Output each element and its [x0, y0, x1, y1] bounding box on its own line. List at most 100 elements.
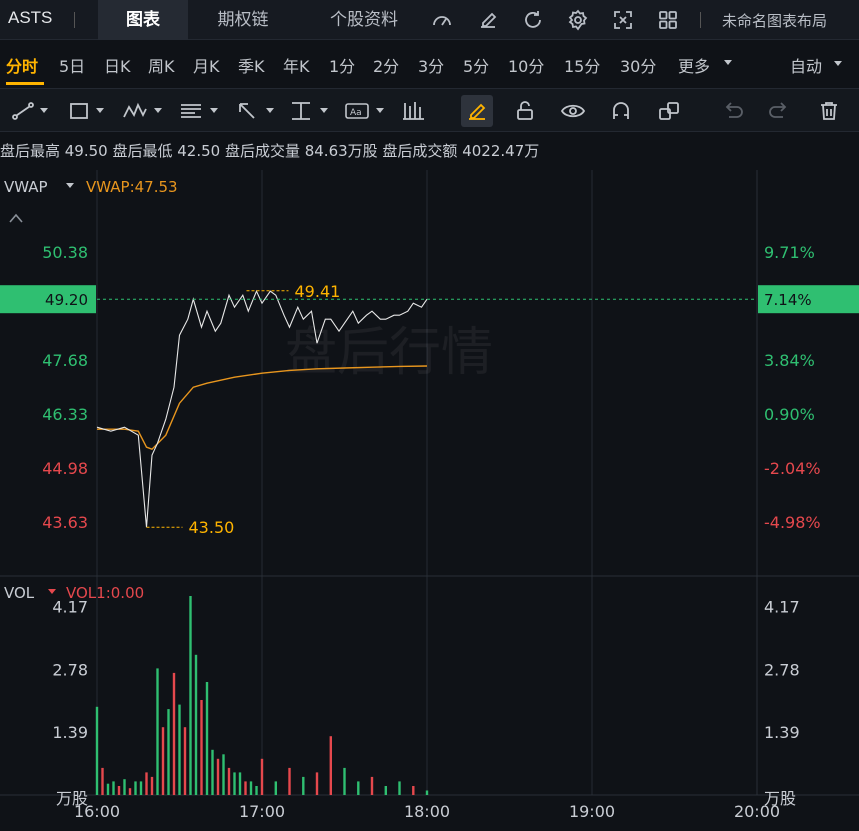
period-more[interactable]: 更多 [678, 53, 710, 77]
period-yearly[interactable]: 年K [283, 53, 310, 77]
volume-axis: 4.17 4.172.78 2.781.39 1.39万股 万股 [52, 597, 799, 808]
trend-line-icon[interactable] [10, 99, 36, 123]
volume-bar [412, 786, 415, 795]
low-marker-label: 43.50 [189, 518, 235, 537]
gauge-icon[interactable] [430, 8, 454, 32]
volume-bar [112, 781, 115, 795]
chart-grid [0, 170, 859, 796]
volume-bar [244, 781, 247, 795]
price-axis: 50.38 9.71% 47.68 3.84% 46.33 0.90% 44.98 -2.04… [42, 243, 820, 532]
volume-bar [343, 767, 346, 795]
rectangle-caret-icon[interactable] [96, 108, 104, 113]
watermark-text: 盘后行情 [285, 323, 493, 383]
period-monthly[interactable]: 月K [193, 53, 220, 77]
collapse-chevron-icon[interactable] [9, 213, 23, 223]
eye-icon[interactable] [560, 99, 586, 123]
volume-bar [233, 772, 236, 795]
period-weekly[interactable]: 周K [148, 53, 175, 77]
price-line-caret-icon[interactable] [320, 108, 328, 113]
time-tick-label: 18:00 [404, 802, 450, 821]
volume-bar [183, 727, 187, 795]
volume-bar [238, 772, 242, 795]
volume-bar [139, 781, 143, 795]
stock-symbol[interactable]: ASTS [8, 8, 52, 28]
volume-bar [329, 736, 332, 795]
fib-caret-icon[interactable] [210, 108, 218, 113]
volume-bar [172, 672, 176, 795]
more-caret-icon [724, 60, 732, 65]
fullscreen-icon[interactable] [611, 8, 635, 32]
fib-levels-icon[interactable] [178, 99, 204, 123]
volume-bar [425, 790, 429, 795]
time-tick-label: 16:00 [74, 802, 120, 821]
settings-icon[interactable] [566, 8, 590, 32]
vwap-indicator-value: VWAP:47.53 [86, 178, 178, 196]
volume-bar [145, 772, 148, 795]
edit-icon[interactable] [476, 8, 500, 32]
auto-scale-select[interactable]: 自动 [790, 53, 822, 77]
period-5min[interactable]: 5分 [463, 53, 489, 77]
high-marker-label: 49.41 [295, 282, 341, 301]
text-tool-icon[interactable]: Aa [344, 99, 370, 123]
wave-pattern-icon[interactable] [122, 99, 148, 123]
period-15min[interactable]: 15分 [564, 53, 600, 77]
time-tick-label: 20:00 [734, 802, 780, 821]
pct-tick-label: 0.90% [764, 405, 815, 424]
vwap-indicator-name[interactable]: VWAP [4, 178, 48, 196]
current-price-value: 49.20 [45, 291, 88, 309]
volume-bar [178, 704, 181, 795]
volume-bar [274, 781, 277, 795]
rectangle-icon[interactable] [66, 99, 92, 123]
volume-bar [161, 727, 165, 795]
vol-tick-label: 2.78 [52, 660, 88, 679]
trend-line-caret-icon[interactable] [40, 108, 48, 113]
period-quarterly[interactable]: 季K [238, 53, 265, 77]
period-5d[interactable]: 5日 [59, 53, 85, 77]
period-30min[interactable]: 30分 [620, 53, 656, 77]
vol-dropdown-icon[interactable] [48, 589, 56, 594]
pen-icon[interactable] [464, 99, 490, 123]
auto-caret-icon [834, 61, 842, 66]
vwap-dropdown-icon[interactable] [66, 183, 74, 188]
vol-tick-label: 1.39 [52, 723, 88, 742]
clone-icon[interactable] [656, 99, 682, 123]
price-tick-label: 43.63 [42, 513, 88, 532]
volume-bar [227, 767, 231, 795]
pct-tick-label: 3.84% [764, 351, 815, 370]
arrow-icon[interactable] [234, 99, 260, 123]
volume-bar [249, 781, 253, 795]
period-3min[interactable]: 3分 [418, 53, 444, 77]
unlock-icon[interactable] [512, 99, 538, 123]
current-pct-value: 7.14% [764, 291, 812, 309]
volume-bar [128, 788, 132, 795]
magnet-icon[interactable] [608, 99, 634, 123]
volume-bar [222, 754, 225, 795]
tab-options-chain[interactable]: 期权链 [200, 0, 286, 40]
grid-layout-icon[interactable] [656, 8, 680, 32]
redo-icon[interactable] [766, 99, 792, 123]
vol-indicator-name[interactable]: VOL [4, 584, 35, 602]
undo-icon[interactable] [720, 99, 746, 123]
wave-caret-icon[interactable] [154, 108, 162, 113]
chart-layout-name[interactable]: 未命名图表布局 [722, 10, 827, 31]
volume-bar [101, 767, 104, 795]
trash-icon[interactable] [816, 99, 842, 123]
volume-bar [189, 596, 192, 795]
text-caret-icon[interactable] [376, 108, 384, 113]
candle-tool-icon[interactable] [400, 99, 426, 123]
period-10min[interactable]: 10分 [508, 53, 544, 77]
arrow-caret-icon[interactable] [266, 108, 274, 113]
period-intraday[interactable]: 分时 [6, 53, 38, 77]
price-volume-chart[interactable]: 盘后行情 VWAP VWAP:47.53 50.38 9.71% 47.68 3.84… [0, 170, 859, 831]
period-1min[interactable]: 1分 [329, 53, 355, 77]
price-line-icon[interactable] [288, 99, 314, 123]
tab-chart[interactable]: 图表 [98, 0, 188, 40]
refresh-icon[interactable] [521, 8, 545, 32]
volume-bar [150, 776, 154, 795]
volume-bar [106, 783, 110, 795]
volume-bar [194, 654, 198, 795]
volume-bar [216, 758, 220, 795]
tab-stock-profile[interactable]: 个股资料 [310, 0, 418, 40]
period-2min[interactable]: 2分 [373, 53, 399, 77]
period-daily[interactable]: 日K [104, 53, 131, 77]
